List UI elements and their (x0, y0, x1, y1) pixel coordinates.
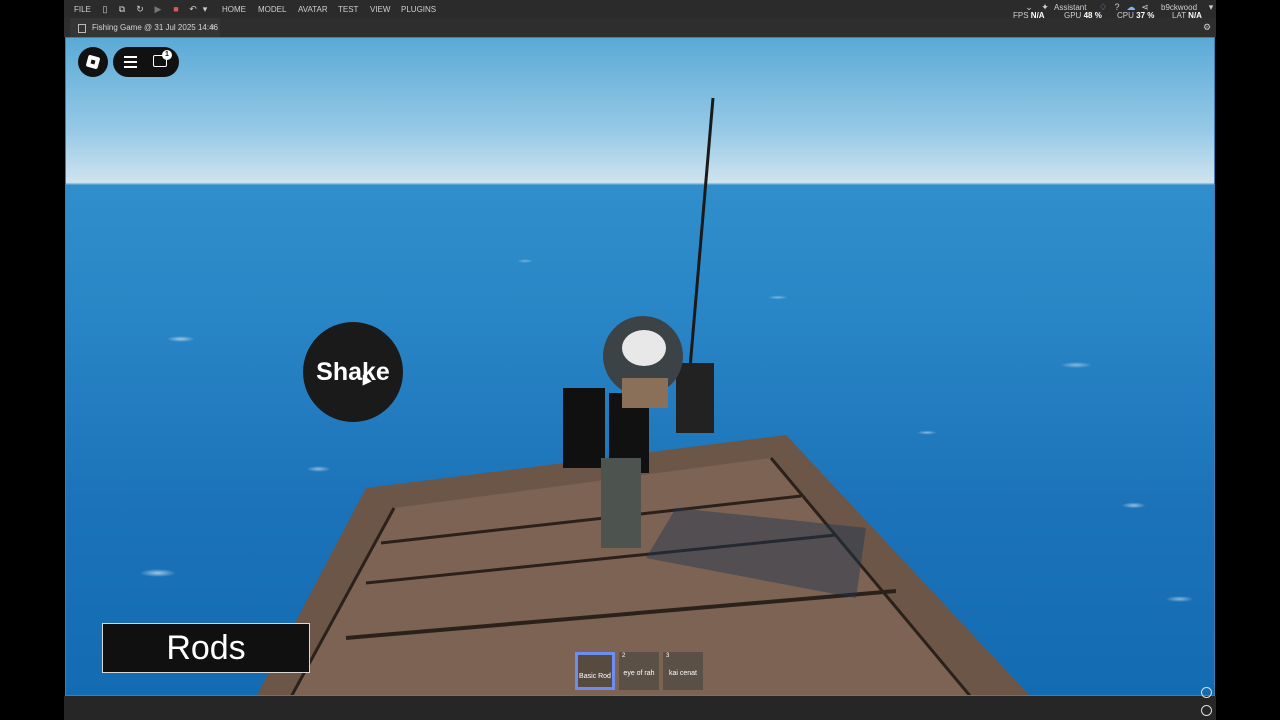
tab-close-button[interactable]: × (210, 18, 215, 37)
hotbar-slot-label: Basic Rod (579, 673, 611, 680)
document-tab-title: Fishing Game @ 31 Jul 2025 14:46 (92, 23, 218, 32)
document-tab[interactable]: Fishing Game @ 31 Jul 2025 14:46 × (70, 18, 220, 37)
menu-tab-model[interactable]: MODEL (258, 5, 286, 14)
menu-tab-home[interactable]: HOME (222, 5, 246, 14)
top-controls-pill: 1 (113, 47, 179, 77)
hotbar-slot-label: kai cenat (668, 670, 698, 677)
settings-icon[interactable]: ⚙ (1202, 22, 1212, 32)
hotbar: Basic Rod 2 eye of rah 3 kai cenat (575, 652, 707, 692)
hamburger-menu-icon[interactable] (124, 56, 137, 68)
play-icon[interactable]: ▶ (153, 4, 163, 14)
document-tab-strip: Fishing Game @ 31 Jul 2025 14:46 × ⚙ (64, 18, 1216, 37)
menu-tab-avatar[interactable]: AVATAR (298, 5, 328, 14)
studio-status-bar (64, 687, 1216, 720)
redo-icon[interactable]: ↻ (135, 4, 145, 14)
document-icon (78, 24, 86, 33)
shake-button[interactable]: Shake (303, 322, 403, 422)
hotbar-slot-label: eye of rah (623, 670, 655, 677)
rods-button[interactable]: Rods (102, 623, 310, 673)
hotbar-slot-3[interactable]: 3 kai cenat (663, 652, 703, 690)
menu-tab-plugins[interactable]: PLUGINS (401, 5, 436, 14)
hotbar-slot-1[interactable]: Basic Rod (575, 652, 615, 690)
dropdown-icon[interactable]: ▾ (202, 4, 208, 14)
menu-tab-view[interactable]: VIEW (370, 5, 390, 14)
new-file-icon[interactable]: ▯ (100, 4, 110, 14)
navigation-icon[interactable] (1201, 705, 1212, 716)
roblox-menu-button[interactable] (78, 47, 108, 77)
game-scene (257, 97, 1030, 695)
view-selector-icon[interactable] (1201, 687, 1212, 698)
hotbar-slot-2[interactable]: 2 eye of rah (619, 652, 659, 690)
roblox-logo-icon (85, 54, 101, 70)
chat-notification-badge: 1 (162, 50, 172, 60)
menu-file[interactable]: FILE (74, 5, 91, 14)
studio-menu-bar: FILE ▯ ⧉ ↻ ▶ ■ ↶ ▾ HOME MODEL AVATAR TES… (64, 0, 1216, 20)
stop-icon[interactable]: ■ (171, 4, 181, 14)
undo-icon[interactable]: ↶ (188, 4, 198, 14)
game-viewport[interactable]: 1 Shake Rods Basic Rod 2 eye of rah 3 ka… (65, 37, 1215, 696)
user-dropdown-icon[interactable]: ▾ (1206, 2, 1216, 12)
open-icon[interactable]: ⧉ (117, 4, 127, 14)
menu-tab-test[interactable]: TEST (338, 5, 358, 14)
